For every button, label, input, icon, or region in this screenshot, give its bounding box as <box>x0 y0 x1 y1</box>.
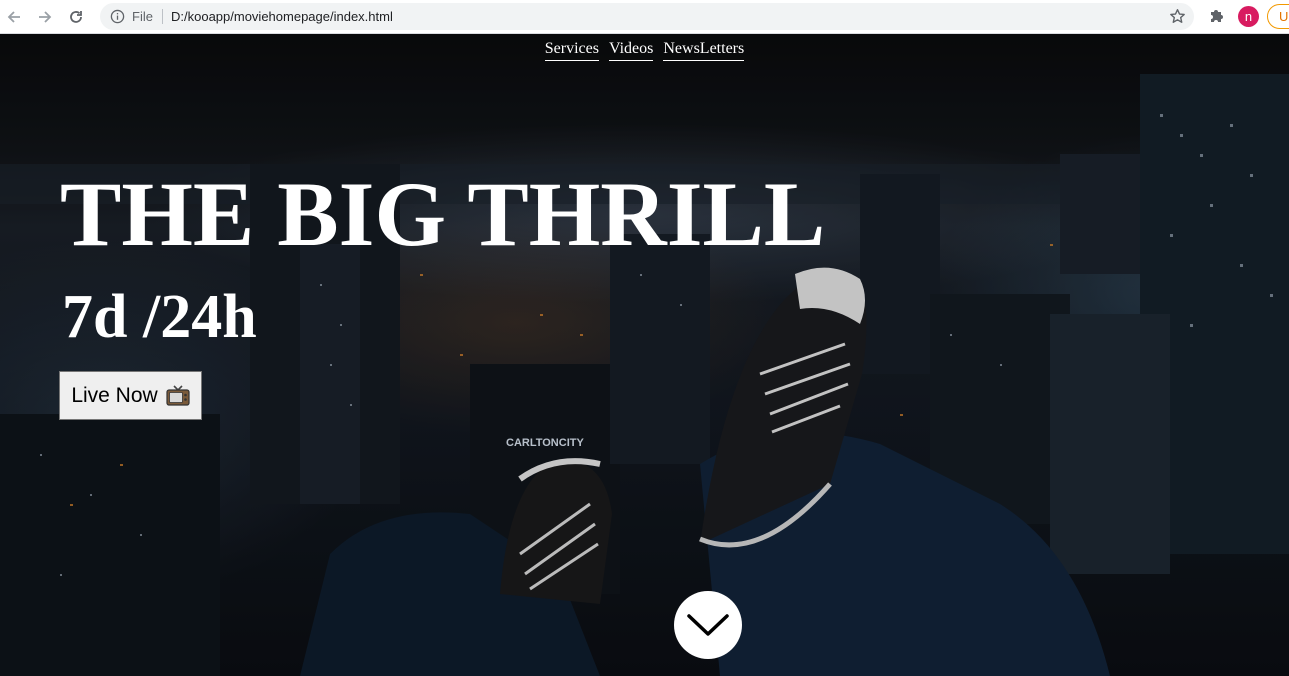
arrow-left-icon <box>7 11 20 23</box>
update-button[interactable]: U <box>1267 4 1289 29</box>
top-navigation: Services Videos NewsLetters <box>0 39 1289 61</box>
url-text[interactable]: D:/kooapp/moviehomepage/index.html <box>171 9 393 24</box>
city-skyline-illustration: CARLTONCITY <box>0 34 1289 676</box>
forward-button[interactable] <box>33 5 57 29</box>
extensions-puzzle-icon[interactable] <box>1207 6 1227 26</box>
info-icon[interactable] <box>110 9 125 24</box>
chevron-down-icon <box>687 614 729 636</box>
divider <box>162 9 163 24</box>
bookmark-star-icon[interactable] <box>1169 8 1186 25</box>
address-bar[interactable]: File D:/kooapp/moviehomepage/index.html <box>100 3 1194 30</box>
hero-subtitle: 7d /24h <box>62 283 257 351</box>
television-icon <box>166 384 190 406</box>
browser-toolbar: File D:/kooapp/moviehomepage/index.html … <box>0 0 1289 34</box>
live-now-label: Live Now <box>71 383 158 407</box>
hero-title: THE BIG THRILL <box>60 163 826 265</box>
page-viewport: CARLTONCITY Services Videos NewsLetters … <box>0 34 1289 676</box>
back-button[interactable] <box>2 5 26 29</box>
reload-icon <box>70 11 82 23</box>
scroll-down-button[interactable] <box>674 591 742 659</box>
reload-button[interactable] <box>64 5 88 29</box>
scheme-label: File <box>132 9 153 24</box>
nav-link-services[interactable]: Services <box>544 39 599 61</box>
nav-link-videos[interactable]: Videos <box>608 39 654 61</box>
profile-avatar[interactable]: n <box>1238 6 1259 27</box>
arrow-right-icon <box>39 11 52 23</box>
nav-link-newsletters[interactable]: NewsLetters <box>663 39 745 61</box>
live-now-button[interactable]: Live Now <box>59 371 202 420</box>
